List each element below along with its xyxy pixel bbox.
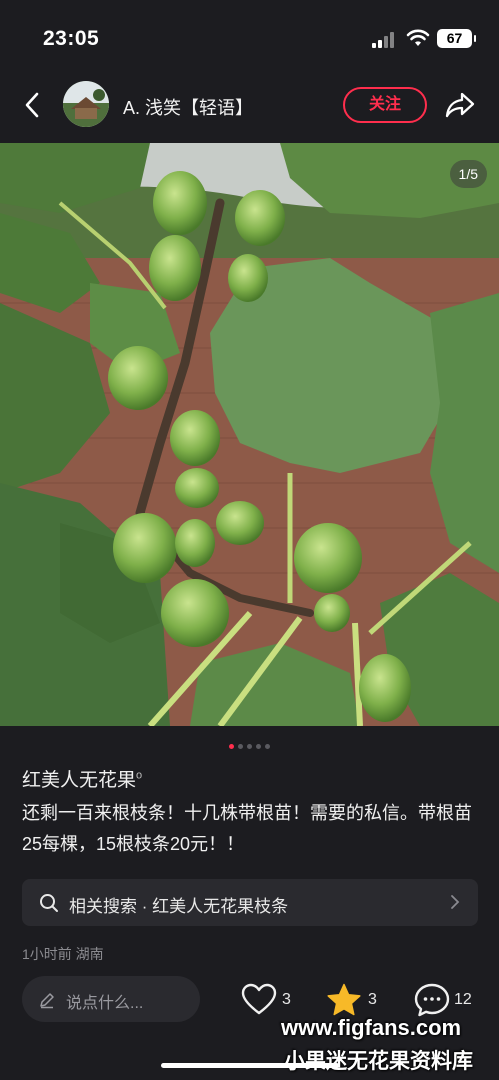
star-icon: [327, 983, 361, 1016]
fig-tree-image: [0, 143, 499, 726]
watermark-name: 小果迷无花果资料库: [284, 1050, 473, 1073]
carousel-dot[interactable]: [265, 744, 270, 749]
comment-button[interactable]: 12: [414, 983, 484, 1017]
status-time: 23:05: [43, 27, 100, 50]
battery-indicator: 67: [437, 29, 476, 48]
carousel-dot[interactable]: [256, 744, 261, 749]
comment-count: 12: [454, 991, 472, 1008]
wifi-icon: [406, 29, 430, 46]
author-avatar[interactable]: [63, 81, 109, 127]
note-time-location: 1小时前 湖南: [22, 946, 104, 962]
note-body: 还剩一百来根枝条！十几株带根苗！需要的私信。带根苗25每棵，15根枝条20元！！: [22, 803, 472, 854]
related-search-bar[interactable]: 相关搜索 · 红美人无花果枝条: [22, 879, 478, 926]
pencil-icon: [40, 993, 54, 1009]
back-icon[interactable]: [20, 90, 46, 120]
search-icon: [40, 894, 58, 912]
carousel-dot[interactable]: [238, 744, 243, 749]
share-icon[interactable]: [444, 90, 476, 120]
comment-input[interactable]: 说点什么...: [22, 976, 200, 1022]
note-title-text: 红美人无花果: [22, 770, 137, 791]
like-count: 3: [282, 991, 291, 1008]
heart-icon: [241, 983, 277, 1015]
note-title-mark: o: [136, 769, 143, 782]
related-search-label: 相关搜索 · 红美人无花果枝条: [69, 897, 289, 916]
note-header: A. 浅笑【轻语】 关注: [0, 78, 499, 138]
favorite-button[interactable]: 3: [326, 983, 386, 1017]
carousel-dot[interactable]: [247, 744, 252, 749]
note-title: 红美人无花果o: [22, 765, 142, 792]
photo-page-indicator: 1/5: [449, 160, 487, 188]
favorite-count: 3: [368, 991, 377, 1008]
carousel-dots: [0, 736, 499, 749]
carousel-dot[interactable]: [229, 744, 234, 749]
author-name[interactable]: A. 浅笑【轻语】: [123, 94, 253, 120]
home-indicator: [161, 1063, 339, 1068]
comment-icon: [414, 983, 450, 1017]
like-button[interactable]: 3: [241, 983, 301, 1017]
follow-button[interactable]: 关注: [343, 87, 427, 123]
watermark-url: www.figfans.com: [281, 1015, 462, 1040]
comment-placeholder: 说点什么...: [66, 995, 144, 1012]
signal-icon: [372, 32, 398, 48]
note-photo[interactable]: 1/5: [0, 143, 499, 726]
status-bar: 23:05 67: [0, 0, 499, 78]
chevron-right-icon: [451, 895, 460, 909]
